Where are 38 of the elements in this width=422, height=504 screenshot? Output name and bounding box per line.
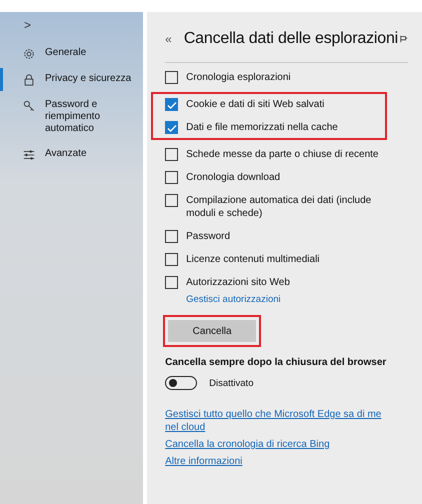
checkbox[interactable] <box>165 276 178 289</box>
checkbox[interactable] <box>165 71 178 84</box>
option-label: Licenze contenuti multimediali <box>186 253 320 266</box>
option-label: Schede messe da parte o chiuse di recente <box>186 148 378 161</box>
sidebar-item[interactable]: Privacy e sicurezza <box>0 68 144 91</box>
gear-icon <box>23 48 35 60</box>
checkbox[interactable] <box>165 98 178 111</box>
checkbox[interactable] <box>165 148 178 161</box>
checkbox[interactable] <box>165 121 178 134</box>
link[interactable]: Cancella la cronologia di ricerca Bing <box>165 438 390 451</box>
link[interactable]: Gestisci tutto quello che Microsoft Edge sa di me nel cloud <box>165 408 390 434</box>
checkbox[interactable] <box>165 194 178 207</box>
option-label: Cookie e dati di siti Web salvati <box>186 98 324 111</box>
lock-icon <box>23 74 35 86</box>
checkbox[interactable] <box>165 171 178 184</box>
key-icon <box>23 100 35 112</box>
sliders-icon <box>23 149 35 161</box>
link[interactable]: Altre informazioni <box>165 455 390 468</box>
checkbox[interactable] <box>165 230 178 243</box>
back-button[interactable]: « <box>165 32 172 46</box>
sidebar-item[interactable]: Generale <box>0 42 144 65</box>
option-label: Dati e file memorizzati nella cache <box>186 121 338 134</box>
manage-link[interactable]: Gestisci autorizzazioni <box>186 294 290 305</box>
toggle-state: Disattivato <box>209 378 254 388</box>
toggle-switch[interactable] <box>165 376 198 390</box>
option-label: Cronologia download <box>186 171 280 184</box>
pin-icon[interactable] <box>400 35 408 43</box>
clear-button[interactable]: Cancella <box>168 320 256 342</box>
sidebar-item[interactable]: Password e riempimento automatico <box>0 94 144 140</box>
panel-title: Cancella dati delle esplorazioni <box>184 30 398 48</box>
option-label: Autorizzazioni sito Web <box>186 276 290 289</box>
expand-button[interactable]: > <box>24 18 32 32</box>
setting-label: Cancella sempre dopo la chiusura del browser <box>165 357 388 368</box>
option-label: Password <box>186 230 230 243</box>
checkbox[interactable] <box>165 253 178 266</box>
sidebar-item[interactable]: Avanzate <box>0 143 144 166</box>
option-label: Cronologia esplorazioni <box>186 71 291 84</box>
option-label: Compilazione automatica dei dati (include moduli e schede) <box>186 194 372 220</box>
